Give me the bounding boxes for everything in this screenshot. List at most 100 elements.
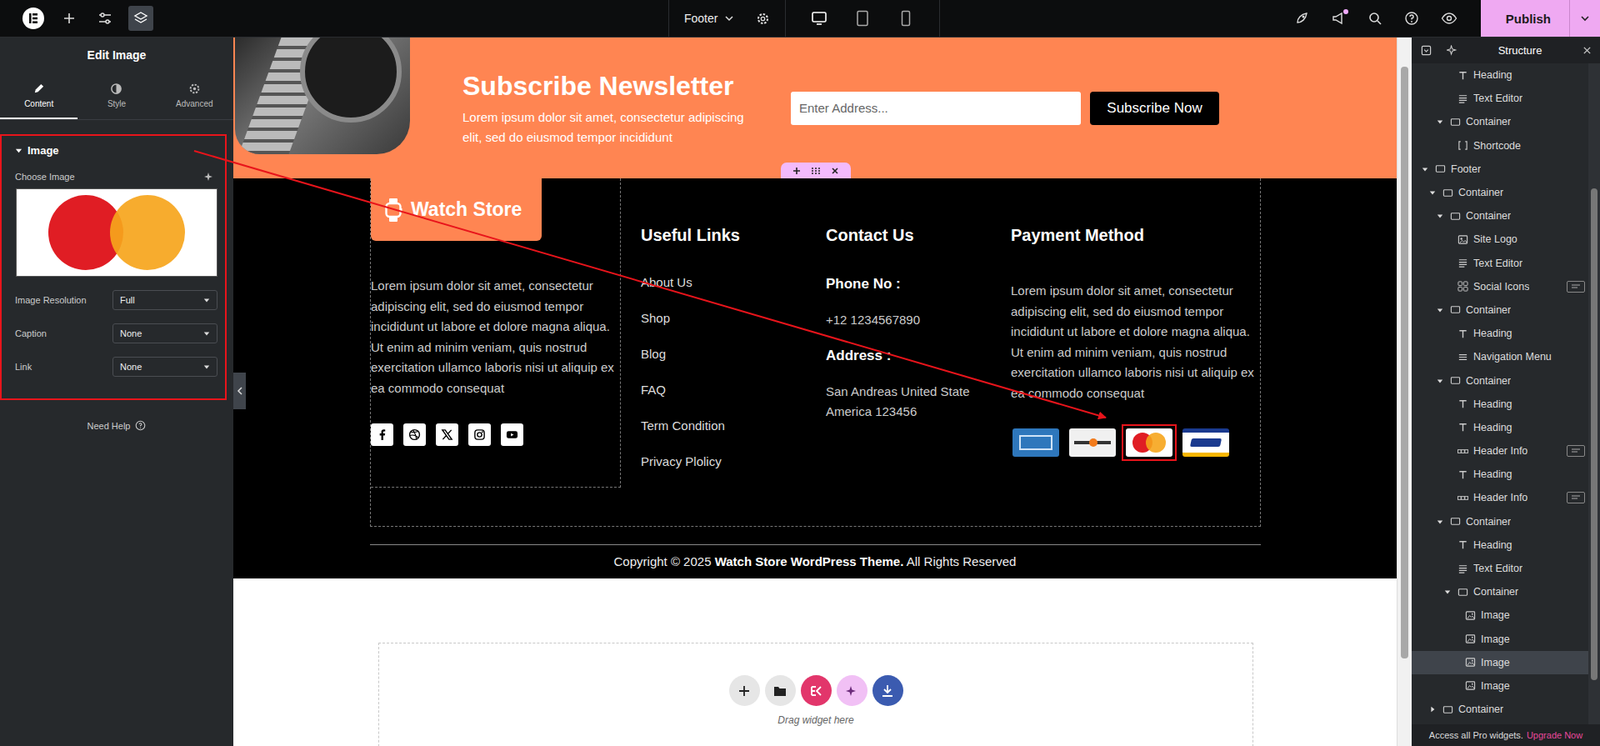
tree-toggle[interactable] bbox=[1427, 189, 1438, 196]
download-button[interactable] bbox=[872, 675, 904, 706]
folder-button[interactable] bbox=[765, 675, 796, 706]
tree-item[interactable]: Container bbox=[1411, 697, 1589, 721]
payment-card[interactable] bbox=[1180, 426, 1231, 459]
tree-item[interactable]: Site Logo bbox=[1411, 227, 1589, 251]
tree-toggle[interactable] bbox=[1435, 118, 1445, 125]
dropzone[interactable]: Drag widget here bbox=[378, 642, 1254, 746]
preview-eye-icon[interactable] bbox=[1440, 10, 1458, 26]
tree-toggle[interactable] bbox=[1435, 306, 1445, 314]
tree-item[interactable]: Heading bbox=[1411, 533, 1589, 557]
collapse-panel-button[interactable] bbox=[233, 372, 246, 410]
panel-tab[interactable]: Style bbox=[77, 72, 155, 120]
ai-sparkle-icon[interactable] bbox=[203, 171, 214, 182]
structure-scrollbar[interactable] bbox=[1588, 63, 1600, 725]
payment-card[interactable] bbox=[1124, 426, 1175, 459]
tablet-button[interactable] bbox=[847, 3, 878, 34]
tree-item[interactable]: Container bbox=[1411, 510, 1589, 534]
elementor-button[interactable] bbox=[20, 5, 46, 31]
site-logo[interactable]: Watch Store bbox=[370, 178, 542, 241]
tree-item[interactable]: Heading bbox=[1411, 392, 1589, 416]
drag-handle-icon[interactable] bbox=[810, 165, 821, 176]
settings-button[interactable] bbox=[92, 5, 118, 31]
tree-item[interactable]: Container bbox=[1411, 180, 1589, 205]
panel-tab[interactable]: Content bbox=[0, 72, 78, 120]
publish-options[interactable] bbox=[1569, 0, 1600, 37]
add-button[interactable] bbox=[729, 675, 760, 706]
dribbble-link[interactable] bbox=[403, 423, 426, 446]
tree-item[interactable]: Container bbox=[1411, 204, 1589, 228]
tree-item[interactable]: Shortcode bbox=[1411, 134, 1589, 158]
rocket-icon[interactable] bbox=[1294, 10, 1310, 26]
tree-item[interactable]: Heading bbox=[1411, 462, 1589, 486]
youtube-link[interactable] bbox=[500, 423, 524, 446]
need-help-link[interactable]: Need Help bbox=[0, 420, 234, 431]
publish-label[interactable]: Publish bbox=[1480, 0, 1570, 37]
upgrade-link[interactable]: Upgrade Now bbox=[1526, 730, 1583, 740]
menu-link[interactable]: FAQ bbox=[640, 371, 806, 408]
tree-item[interactable]: Container bbox=[1411, 298, 1589, 322]
close-icon[interactable] bbox=[830, 165, 840, 176]
tree-item[interactable]: Image bbox=[1411, 627, 1589, 651]
control-select[interactable]: None bbox=[112, 323, 218, 344]
copyright-brand[interactable]: Watch Store WordPress Theme. bbox=[715, 554, 905, 569]
elementskit-button[interactable] bbox=[800, 675, 832, 706]
menu-link[interactable]: Shop bbox=[640, 300, 806, 336]
structure-button[interactable] bbox=[128, 5, 154, 31]
tree-item[interactable]: Image bbox=[1411, 603, 1589, 627]
tree-item[interactable]: Heading bbox=[1411, 63, 1589, 87]
tree-toggle[interactable] bbox=[1435, 518, 1445, 525]
tree-item[interactable]: Container bbox=[1411, 580, 1589, 604]
tree-item[interactable]: Navigation Menu bbox=[1411, 345, 1589, 369]
menu-link[interactable]: About Us bbox=[640, 264, 806, 300]
search-icon[interactable] bbox=[1367, 10, 1383, 26]
tree-item[interactable]: Text Editor bbox=[1411, 556, 1589, 580]
tree-item[interactable]: Image bbox=[1411, 650, 1589, 675]
tree-toggle[interactable] bbox=[1435, 212, 1445, 220]
control-select[interactable]: None bbox=[112, 356, 218, 377]
tree-item[interactable]: Text Editor bbox=[1411, 251, 1589, 275]
email-input[interactable]: Enter Address... bbox=[790, 91, 1081, 125]
facebook-link[interactable] bbox=[370, 423, 394, 446]
gear-icon[interactable] bbox=[755, 11, 770, 26]
page-selector[interactable]: Footer bbox=[668, 0, 786, 37]
collapse-all-icon[interactable] bbox=[1420, 45, 1432, 56]
tree-item[interactable]: Text Editor bbox=[1411, 86, 1589, 110]
instagram-link[interactable] bbox=[468, 423, 491, 446]
tree-item[interactable]: Heading bbox=[1411, 415, 1589, 440]
tree-item[interactable]: Social Icons bbox=[1411, 275, 1589, 299]
payment-card[interactable] bbox=[1010, 426, 1061, 459]
whats-new-button[interactable] bbox=[1330, 10, 1346, 26]
tree-item[interactable]: Footer bbox=[1411, 157, 1589, 181]
control-select[interactable]: Full bbox=[112, 290, 218, 310]
tree-item[interactable]: Heading bbox=[1411, 321, 1589, 345]
add-button[interactable] bbox=[56, 5, 82, 31]
help-icon[interactable] bbox=[1404, 10, 1420, 26]
x-link[interactable] bbox=[435, 423, 459, 446]
menu-link[interactable]: Blog bbox=[640, 335, 806, 372]
canvas-scrollbar[interactable] bbox=[1396, 37, 1412, 746]
ai-button[interactable] bbox=[836, 675, 868, 706]
panel-tab[interactable]: Advanced bbox=[155, 72, 234, 120]
scrollbar-thumb[interactable] bbox=[1400, 66, 1409, 659]
tree-toggle[interactable] bbox=[1435, 377, 1445, 385]
tree-item[interactable]: Image bbox=[1411, 674, 1589, 698]
section-toggle[interactable]: Image bbox=[1, 135, 225, 167]
image-preview[interactable] bbox=[15, 188, 218, 277]
ai-sparkle-icon[interactable] bbox=[1446, 45, 1458, 56]
tree-toggle[interactable] bbox=[1427, 705, 1438, 713]
add-section-icon[interactable] bbox=[791, 165, 802, 176]
tree-toggle[interactable] bbox=[1420, 165, 1430, 173]
publish-button[interactable]: Publish bbox=[1480, 0, 1600, 37]
menu-link[interactable]: Privacy Plolicy bbox=[640, 443, 806, 480]
desktop-button[interactable] bbox=[804, 3, 835, 34]
menu-link[interactable]: Term Condition bbox=[640, 407, 806, 444]
tree-item[interactable]: Header Info bbox=[1411, 439, 1589, 463]
close-icon[interactable] bbox=[1582, 45, 1592, 55]
subscribe-button[interactable]: Subscribe Now bbox=[1090, 91, 1220, 125]
scrollbar-thumb[interactable] bbox=[1590, 188, 1598, 680]
tree-toggle[interactable] bbox=[1442, 588, 1453, 595]
mobile-button[interactable] bbox=[890, 3, 921, 34]
tree-item[interactable]: Container bbox=[1411, 110, 1589, 134]
tree-item[interactable]: Header Info bbox=[1411, 485, 1589, 510]
tree-item[interactable]: Container bbox=[1411, 368, 1589, 392]
